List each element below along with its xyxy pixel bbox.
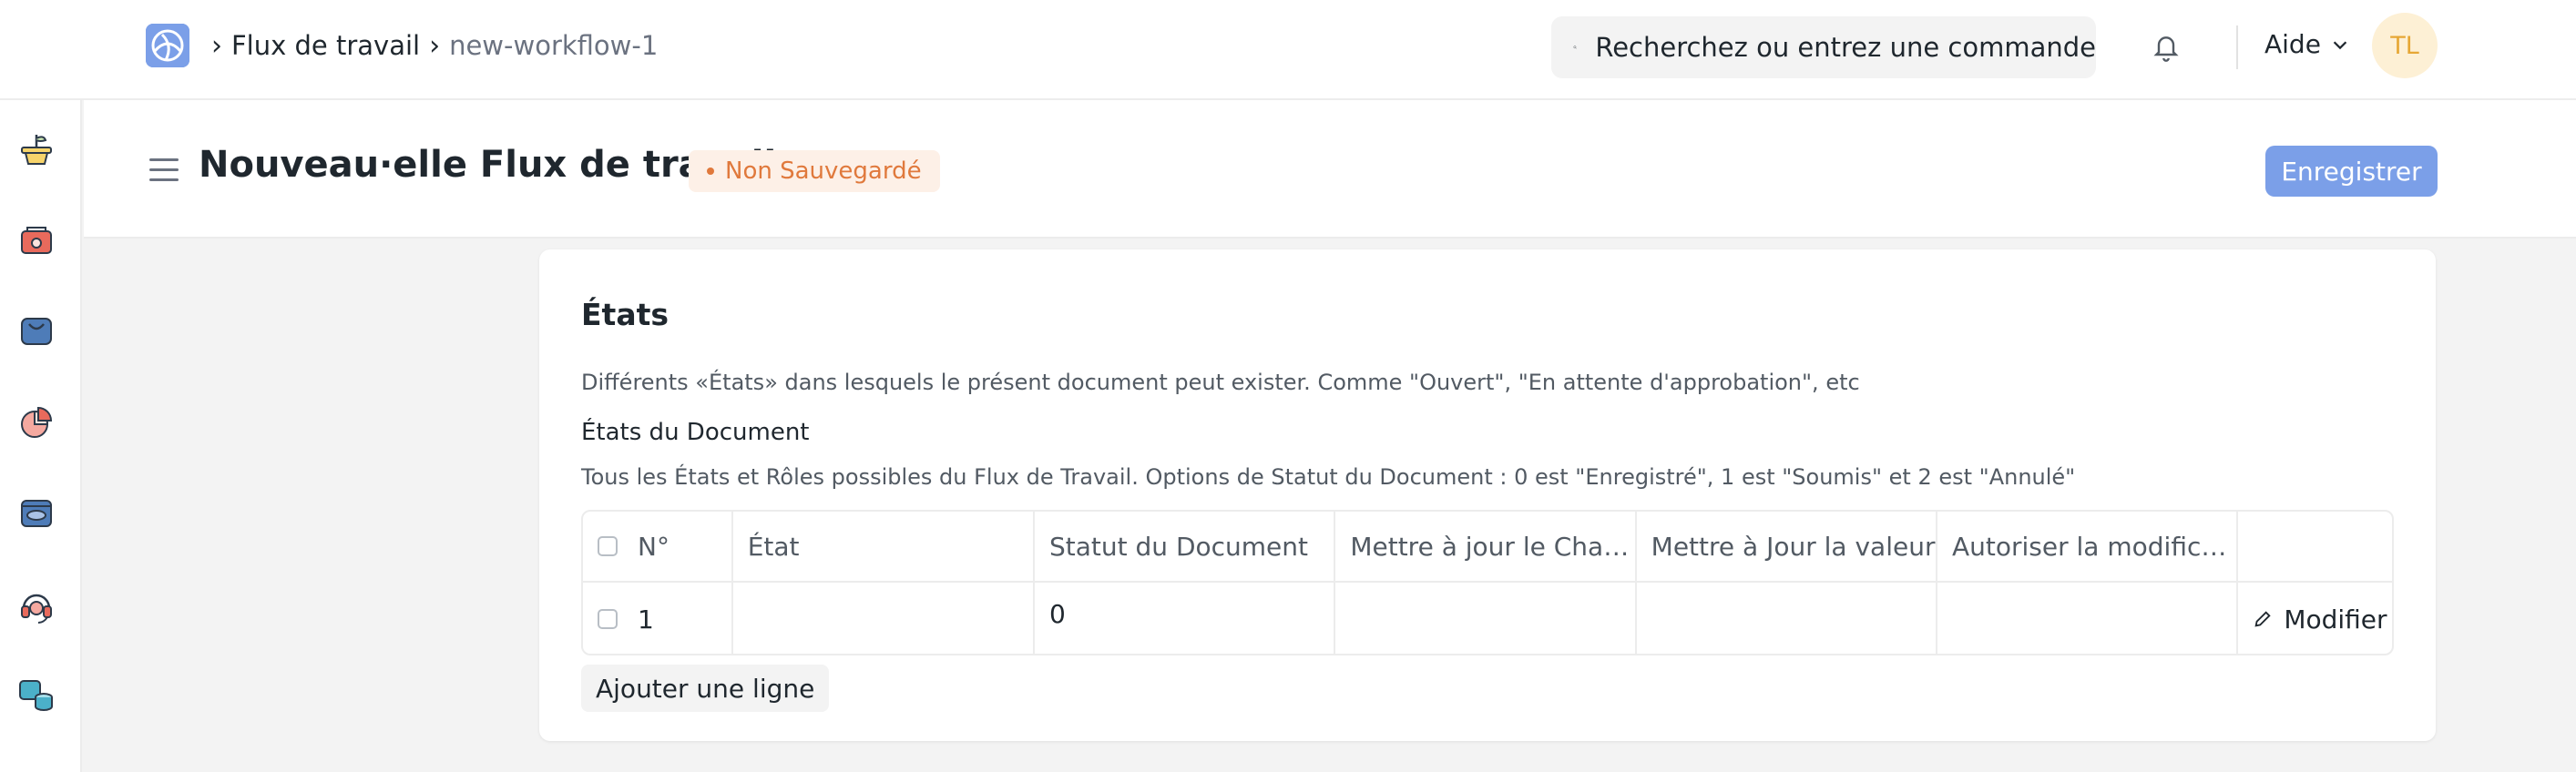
section-title: États bbox=[581, 297, 670, 332]
breadcrumb-current[interactable]: new-workflow-1 bbox=[449, 30, 658, 61]
breadcrumb: › Flux de travail › new-workflow-1 bbox=[211, 25, 658, 66]
header-actions bbox=[2238, 512, 2392, 581]
search-input[interactable]: Recherchez ou entrez une commande bbox=[1595, 32, 2096, 63]
table-row[interactable]: 1 0 Modifier bbox=[583, 583, 2392, 654]
states-section: États Différents «États» dans lesquels l… bbox=[539, 249, 2436, 741]
chevron-right-icon: › bbox=[211, 29, 222, 62]
sidebar bbox=[0, 100, 82, 772]
row-index-cell: 1 bbox=[583, 583, 733, 654]
field-label: États du Document bbox=[581, 419, 810, 446]
breadcrumb-workflow[interactable]: Flux de travail bbox=[231, 30, 420, 61]
help-label: Aide bbox=[2264, 29, 2321, 59]
page-header: Nouveau·elle Flux de travail Non Sauvega… bbox=[84, 100, 2576, 239]
menu-icon[interactable] bbox=[149, 158, 179, 182]
chevron-right-icon: › bbox=[429, 29, 441, 62]
state-cell[interactable] bbox=[733, 583, 1036, 654]
search-icon bbox=[1573, 46, 1577, 49]
select-all-checkbox[interactable] bbox=[598, 536, 618, 556]
header-allow-edit: Autoriser la modific… bbox=[1937, 512, 2239, 581]
support-agent-icon[interactable] bbox=[16, 586, 56, 626]
status-dot-icon bbox=[707, 168, 714, 175]
table-header: N° État Statut du Document Mettre à jour… bbox=[583, 512, 2392, 583]
edit-row-button[interactable]: Modifier bbox=[2238, 583, 2392, 654]
tray-icon[interactable] bbox=[16, 493, 56, 533]
chevron-down-icon bbox=[2333, 40, 2347, 49]
header-update-value: Mettre à Jour la valeur bbox=[1637, 512, 1937, 581]
database-icon[interactable] bbox=[16, 676, 56, 716]
doc-status-cell[interactable]: 0 bbox=[1035, 583, 1336, 654]
header-state: État bbox=[733, 512, 1036, 581]
header-index: N° bbox=[583, 512, 733, 581]
search-bar[interactable]: Recherchez ou entrez une commande bbox=[1551, 16, 2096, 78]
plant-pot-icon[interactable] bbox=[16, 129, 56, 169]
help-dropdown[interactable]: Aide bbox=[2264, 29, 2350, 59]
navbar: › Flux de travail › new-workflow-1 Reche… bbox=[0, 0, 2576, 100]
bell-icon[interactable] bbox=[2152, 31, 2181, 64]
edit-row-label: Modifier bbox=[2284, 604, 2387, 635]
shopping-bag-icon[interactable] bbox=[16, 310, 56, 350]
nav-divider bbox=[2236, 25, 2238, 69]
allow-edit-cell[interactable] bbox=[1937, 583, 2239, 654]
header-doc-status: Statut du Document bbox=[1035, 512, 1336, 581]
pencil-icon bbox=[2254, 611, 2271, 627]
update-field-cell[interactable] bbox=[1335, 583, 1637, 654]
add-row-button[interactable]: Ajouter une ligne bbox=[581, 665, 830, 712]
avatar[interactable]: TL bbox=[2372, 13, 2438, 78]
pie-chart-icon[interactable] bbox=[16, 402, 56, 442]
app-logo-icon[interactable] bbox=[146, 24, 189, 67]
header-update-field: Mettre à jour le Cha… bbox=[1335, 512, 1637, 581]
row-checkbox[interactable] bbox=[598, 609, 618, 629]
section-description: Différents «États» dans lesquels le prés… bbox=[581, 370, 1860, 395]
camera-box-icon[interactable] bbox=[16, 220, 56, 260]
states-table: N° État Statut du Document Mettre à jour… bbox=[581, 510, 2394, 655]
status-badge-label: Non Sauvegardé bbox=[725, 157, 922, 185]
status-badge: Non Sauvegardé bbox=[689, 150, 940, 192]
update-value-cell[interactable] bbox=[1637, 583, 1937, 654]
field-description: Tous les États et Rôles possibles du Flu… bbox=[581, 464, 2076, 490]
save-button[interactable]: Enregistrer bbox=[2265, 146, 2438, 197]
